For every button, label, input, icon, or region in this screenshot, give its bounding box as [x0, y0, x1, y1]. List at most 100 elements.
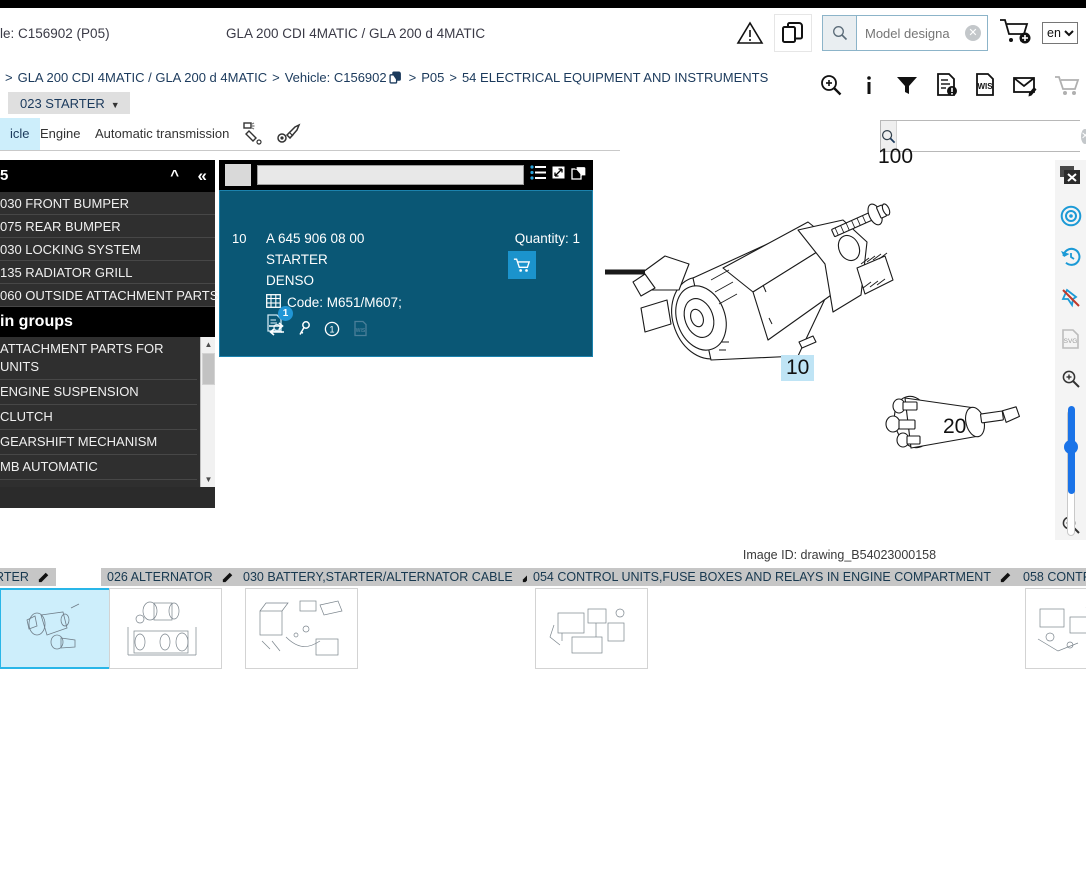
breadcrumb-item-1[interactable]: Vehicle: C156902 [285, 70, 387, 85]
info-icon[interactable] [859, 73, 879, 97]
image-tool-rail: SVG [1055, 160, 1086, 540]
thumb-tab-alternator[interactable]: 026 ALTERNATOR [101, 568, 241, 588]
copy-vehicle-icon[interactable] [389, 71, 402, 87]
thumbnail-starter[interactable] [0, 588, 112, 669]
thumbnail-control-units[interactable] [535, 588, 648, 669]
scroll-up-arrow-icon[interactable]: ▲ [201, 337, 216, 352]
bolt-tool-icon[interactable] [276, 121, 302, 152]
sidebar-item-gearshift-mechanism[interactable]: GEARSHIFT MECHANISM [0, 430, 197, 455]
wis-document-icon[interactable]: WIS [974, 72, 996, 97]
target-icon[interactable] [1060, 205, 1082, 232]
sidebar-item-front-bumper[interactable]: 030 FRONT BUMPER [0, 192, 215, 215]
breadcrumb-lead-separator: > [5, 70, 13, 85]
scrollbar-thumb[interactable] [202, 353, 215, 385]
scroll-down-arrow-icon[interactable]: ▼ [201, 472, 216, 487]
part-brand: DENSO [266, 273, 315, 288]
sidebar-item-outside-attachment-parts[interactable]: 060 OUTSIDE ATTACHMENT PARTS [0, 284, 218, 307]
thumbnail-control-2[interactable] [1025, 588, 1086, 669]
sidebar-item-locking-system[interactable]: 030 LOCKING SYSTEM [0, 238, 215, 261]
cart-add-icon[interactable] [998, 16, 1032, 51]
breadcrumb-separator-2: > [449, 70, 457, 85]
list-view-icon[interactable] [530, 165, 546, 185]
edit-icon[interactable] [1000, 570, 1012, 588]
paint-spray-icon[interactable] [240, 121, 264, 152]
callout-100[interactable]: 100 [878, 145, 913, 169]
sidebar-scrollbar[interactable]: ▲ ▼ [200, 337, 215, 487]
sidebar-item-mb-automatic[interactable]: MB AUTOMATIC [0, 455, 197, 480]
part-name: STARTER [266, 252, 328, 267]
breadcrumb-group-chip[interactable]: 023 STARTER ▼ [8, 92, 130, 114]
chevron-up-icon[interactable]: ^ [170, 160, 179, 192]
callout-10[interactable]: 10 [781, 355, 815, 381]
breadcrumb-separator-1: > [408, 70, 417, 85]
tab-automatic-transmission[interactable]: Automatic transmission [85, 118, 239, 150]
zoom-slider-knob[interactable] [1063, 440, 1078, 454]
sidebar-subheader: in groups [0, 307, 215, 337]
thumb-tab-starter[interactable]: TARTER [0, 568, 57, 588]
edit-icon[interactable] [38, 570, 50, 588]
zoom-search-icon[interactable] [819, 73, 843, 97]
clear-icon[interactable]: ✕ [1081, 128, 1086, 144]
drawing-viewport[interactable]: 100 10 20 Image ID: drawing_B54023000158 [593, 145, 1086, 568]
callout-20[interactable]: 20 [943, 415, 966, 439]
part-panel-header-icons [530, 165, 587, 185]
clear-search-icon[interactable]: ✕ [965, 25, 981, 41]
svg-text:WIS: WIS [977, 82, 993, 91]
cart-icon[interactable] [1054, 73, 1080, 97]
image-id-label: Image ID: drawing_B54023000158 [742, 548, 937, 562]
document-alert-icon[interactable] [935, 72, 958, 97]
thumb-tab-battery-cable[interactable]: 030 BATTERY,STARTER/ALTERNATOR CABLE [237, 568, 541, 586]
part-panel-header [219, 160, 593, 190]
circled-one-icon[interactable]: 1 [324, 321, 340, 342]
double-chevron-left-icon[interactable]: « [198, 160, 207, 192]
sidebar-item-clutch[interactable]: CLUTCH [0, 405, 197, 430]
sidebar-item-engine-suspension[interactable]: ENGINE SUSPENSION [0, 380, 197, 405]
close-window-icon[interactable] [1059, 166, 1082, 191]
wis-doc-icon: WIS [353, 320, 368, 342]
bottom-empty-area [0, 703, 1086, 877]
sidebar-header: 5 ^ « [0, 160, 215, 192]
mail-edit-icon[interactable] [1012, 73, 1038, 97]
thumbnail-battery-cable[interactable] [245, 588, 358, 669]
breadcrumb-item-3[interactable]: 54 ELECTRICAL EQUIPMENT AND INSTRUMENTS [462, 70, 768, 85]
tab-engine[interactable]: Engine [30, 118, 90, 150]
swap-arrows-icon[interactable] [268, 321, 285, 341]
thumb-tab-alternator-label: 026 ALTERNATOR [107, 570, 213, 584]
zoom-slider[interactable] [1063, 406, 1078, 536]
add-to-cart-button[interactable] [508, 251, 536, 279]
thumb-tab-control-units[interactable]: 054 CONTROL UNITS,FUSE BOXES AND RELAYS … [527, 568, 1019, 588]
part-filter-input[interactable] [257, 165, 524, 185]
thumbnail-alternator[interactable] [109, 588, 222, 669]
unpin-icon[interactable] [1060, 287, 1082, 314]
part-detail-card[interactable]: 10 A 645 906 08 00 STARTER DENSO Code: M… [219, 190, 593, 357]
thumb-tab-starter-label: TARTER [0, 570, 29, 584]
breadcrumb-item-0[interactable]: GLA 200 CDI 4MATIC / GLA 200 d 4MATIC [18, 70, 268, 85]
sidebar-item-rear-bumper[interactable]: 075 REAR BUMPER [0, 215, 215, 238]
left-sidebar: 5 ^ « 030 FRONT BUMPER 075 REAR BUMPER 0… [0, 160, 218, 508]
document-count-badge: 1 [278, 306, 293, 321]
chevron-down-icon: ▼ [110, 100, 120, 110]
breadcrumb-item-2[interactable]: P05 [421, 70, 444, 85]
sidebar-item-attachment-parts-for-units[interactable]: ATTACHMENT PARTS FOR UNITS [0, 337, 197, 380]
model-designation-search[interactable]: ✕ [822, 15, 988, 51]
key-icon[interactable] [298, 320, 311, 342]
thumb-tab-control-2-label: 058 CONTR [1023, 570, 1086, 584]
warning-triangle-icon[interactable] [736, 19, 764, 47]
tab-underline [0, 150, 620, 151]
starter-exploded-drawing [605, 203, 1020, 449]
language-select[interactable]: en [1042, 22, 1078, 44]
filter-icon[interactable] [895, 73, 919, 97]
thumb-tab-control-2[interactable]: 058 CONTR [1017, 568, 1086, 586]
copy-documents-icon[interactable] [774, 14, 812, 52]
zoom-in-icon[interactable] [1061, 369, 1081, 394]
edit-icon[interactable] [222, 570, 234, 588]
global-search-input[interactable] [897, 121, 1081, 151]
expand-icon[interactable] [551, 165, 566, 185]
copy-icon[interactable] [571, 165, 587, 185]
history-reset-icon[interactable] [1060, 246, 1082, 273]
sidebar-item-radiator-grill[interactable]: 135 RADIATOR GRILL [0, 261, 215, 284]
model-designation-input[interactable] [857, 16, 965, 50]
part-number[interactable]: A 645 906 08 00 [266, 231, 364, 246]
tab-extra-icons [240, 121, 302, 152]
part-action-icons: 1 WIS [268, 320, 368, 342]
